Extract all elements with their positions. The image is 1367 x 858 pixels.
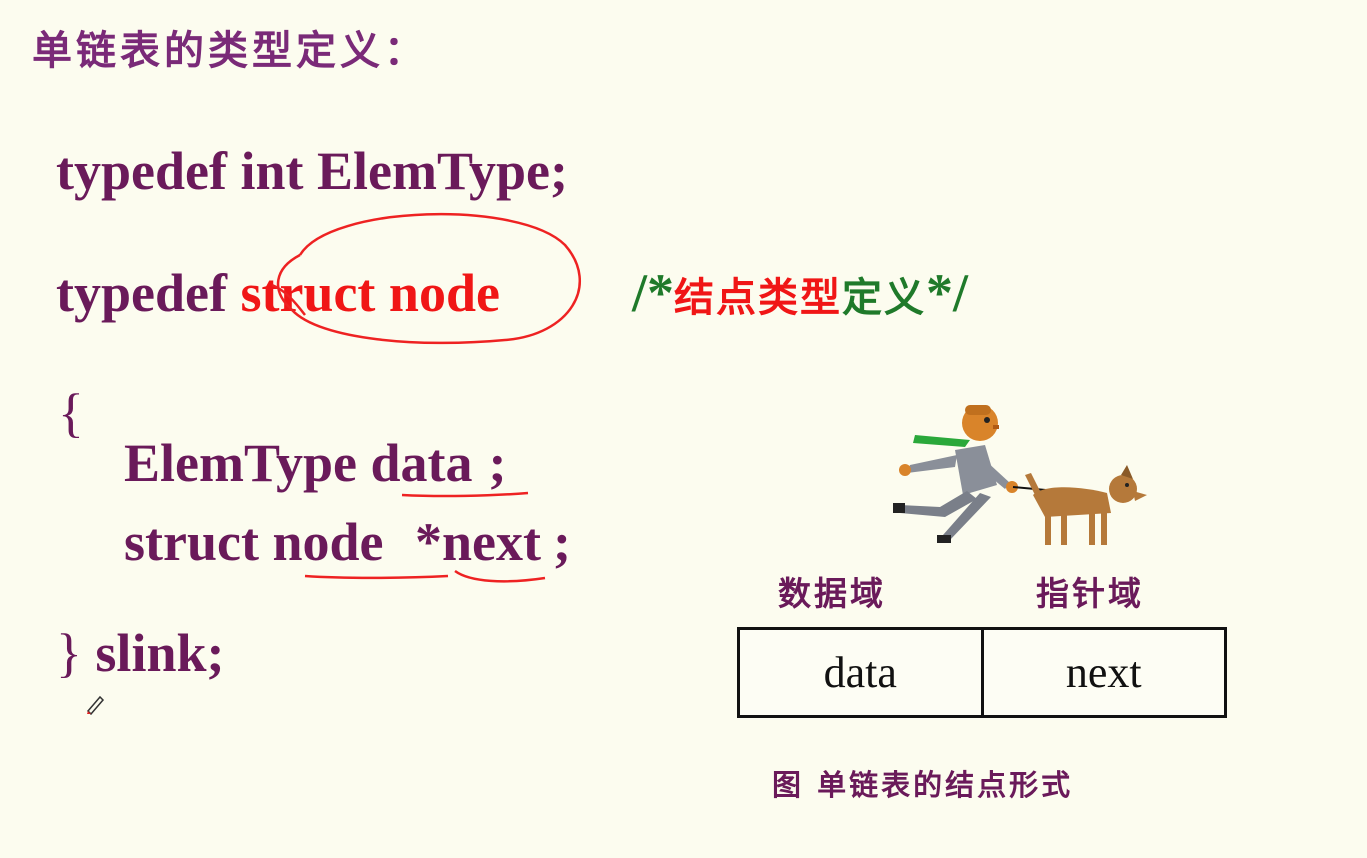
- figure-caption: 图 单链表的结点形式: [772, 768, 1074, 802]
- pen-cursor-icon: [86, 695, 105, 715]
- code-comment: /*结点类型定义*/: [632, 262, 968, 324]
- code-data: data: [370, 433, 473, 493]
- code-elemtype: ElemType: [124, 433, 357, 493]
- comment-text-green: 定义: [842, 275, 927, 321]
- close-brace: }: [56, 623, 82, 683]
- code-semicolon-3: ;: [206, 623, 225, 683]
- code-semicolon-2: ;: [552, 512, 571, 572]
- underline-node: [304, 574, 449, 580]
- comment-text-red: 结点类型: [674, 275, 843, 321]
- code-line-data-field: ElemType data;: [124, 432, 506, 494]
- code-struct-node: struct node: [240, 263, 500, 323]
- open-brace: {: [58, 383, 84, 443]
- node-structure-box: data next: [737, 627, 1227, 718]
- node-cell-next: next: [980, 630, 1225, 715]
- pointer-field-label: 指针域: [1036, 574, 1144, 613]
- code-line-typedef-struct: typedef struct node: [56, 262, 500, 324]
- node-cell-data: data: [823, 648, 897, 697]
- data-field-label: 数据域: [778, 574, 886, 613]
- code-line-next-field: struct node *next;: [124, 511, 571, 573]
- code-next-pointer: *next: [415, 512, 541, 572]
- man-walking-dog-illustration: [893, 405, 1147, 545]
- code-struct-keyword: struct: [124, 512, 259, 572]
- annotation-overlay: [271, 212, 582, 583]
- code-line-close: } slink;: [56, 622, 225, 684]
- comment-open: /*: [632, 263, 675, 323]
- code-slink: slink: [95, 623, 207, 683]
- code-typedef-keyword: typedef: [56, 263, 227, 323]
- comment-close: */: [926, 263, 969, 323]
- code-semicolon-1: ;: [488, 433, 507, 493]
- code-line-typedef-int: typedef int ElemType;: [56, 141, 568, 201]
- page-title: 单链表的类型定义：: [32, 28, 428, 74]
- code-node: node: [272, 512, 384, 572]
